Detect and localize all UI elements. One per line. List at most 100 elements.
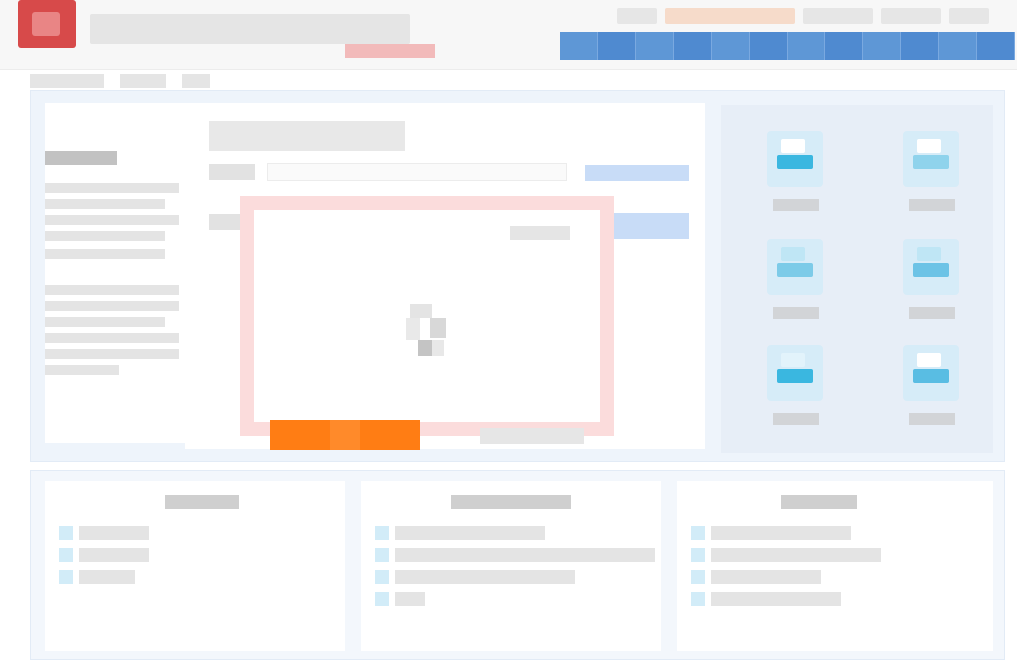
list-item[interactable] xyxy=(59,569,135,585)
footer-column-title xyxy=(451,495,571,509)
qr-hint xyxy=(510,226,570,240)
list-item[interactable] xyxy=(375,525,545,541)
page-root xyxy=(0,0,1017,668)
list-item-text[interactable] xyxy=(395,548,655,562)
nav-item[interactable] xyxy=(939,32,978,60)
list-item[interactable] xyxy=(691,547,881,563)
footer-column xyxy=(361,481,661,651)
list-item[interactable] xyxy=(375,569,575,585)
globe-icon xyxy=(903,239,959,295)
service-tiles xyxy=(721,105,993,453)
notice-line xyxy=(45,317,165,327)
list-item-text[interactable] xyxy=(711,526,851,540)
breadcrumb-item[interactable] xyxy=(120,74,166,88)
notice-line xyxy=(45,215,179,225)
footer-column xyxy=(45,481,345,651)
service-tile[interactable] xyxy=(897,125,967,221)
list-item-text[interactable] xyxy=(79,570,135,584)
footer-column-title xyxy=(781,495,857,509)
nav-item[interactable] xyxy=(788,32,826,60)
nav-item[interactable] xyxy=(636,32,674,60)
header-badge xyxy=(345,44,435,58)
breadcrumb-item[interactable] xyxy=(30,74,104,88)
list-item[interactable] xyxy=(375,591,425,607)
form-title xyxy=(209,121,405,151)
service-tile[interactable] xyxy=(761,125,831,221)
service-tile[interactable] xyxy=(897,233,967,329)
list-item[interactable] xyxy=(691,569,821,585)
notice-line xyxy=(45,365,119,375)
bullet-icon xyxy=(59,548,73,562)
notice-column xyxy=(45,103,195,443)
list-item-text[interactable] xyxy=(79,526,149,540)
bullet-icon xyxy=(59,570,73,584)
list-item[interactable] xyxy=(59,525,149,541)
notice-line xyxy=(45,199,165,209)
nav-item[interactable] xyxy=(825,32,864,60)
list-item[interactable] xyxy=(375,547,655,563)
notice-title xyxy=(45,151,117,165)
notice-line xyxy=(45,285,179,295)
tile-label xyxy=(773,413,819,425)
mail-icon xyxy=(767,239,823,295)
list-item-text[interactable] xyxy=(711,570,821,584)
notice-line xyxy=(45,349,179,359)
top-link[interactable] xyxy=(803,8,873,24)
form-link[interactable] xyxy=(585,165,689,181)
qr-login-panel xyxy=(240,196,614,436)
service-tile[interactable] xyxy=(761,233,831,329)
bullet-icon xyxy=(691,570,705,584)
user-icon xyxy=(903,345,959,401)
field-label xyxy=(209,164,255,180)
top-link[interactable] xyxy=(949,8,989,24)
nav-item[interactable] xyxy=(560,32,598,60)
bullet-icon xyxy=(375,570,389,584)
download-icon xyxy=(903,131,959,187)
service-tile[interactable] xyxy=(897,339,967,435)
list-item[interactable] xyxy=(691,591,841,607)
nav-item[interactable] xyxy=(863,32,902,60)
bullet-icon xyxy=(375,526,389,540)
tile-label xyxy=(773,307,819,319)
notice-line xyxy=(45,301,179,311)
secondary-link[interactable] xyxy=(480,428,584,444)
footer-column xyxy=(677,481,993,651)
notice-line xyxy=(45,231,165,241)
nav-item[interactable] xyxy=(977,32,1016,60)
list-item-text[interactable] xyxy=(711,548,881,562)
nav-item[interactable] xyxy=(673,32,712,60)
list-item-text[interactable] xyxy=(79,548,149,562)
bullet-icon xyxy=(691,526,705,540)
list-item-text[interactable] xyxy=(395,570,575,584)
breadcrumb xyxy=(30,74,210,88)
nav-item[interactable] xyxy=(712,32,750,60)
bullet-icon xyxy=(375,548,389,562)
top-link[interactable] xyxy=(665,8,795,24)
top-link[interactable] xyxy=(881,8,941,24)
nav-item[interactable] xyxy=(597,32,636,60)
tile-label xyxy=(773,199,819,211)
list-item-text[interactable] xyxy=(395,526,545,540)
tile-label xyxy=(909,199,955,211)
list-item-text[interactable] xyxy=(395,592,425,606)
service-tile[interactable] xyxy=(761,339,831,435)
site-title xyxy=(90,14,410,44)
tile-label xyxy=(909,413,955,425)
list-item[interactable] xyxy=(59,547,149,563)
list-item-text[interactable] xyxy=(711,592,841,606)
list-item[interactable] xyxy=(691,525,851,541)
notice-line xyxy=(45,183,179,193)
site-header xyxy=(0,0,1017,70)
qr-refresh-icon[interactable] xyxy=(404,300,448,358)
bullet-icon xyxy=(375,592,389,606)
nav-item[interactable] xyxy=(901,32,940,60)
submit-button-highlight xyxy=(330,420,360,450)
username-field[interactable] xyxy=(267,163,567,181)
card-icon xyxy=(767,345,823,401)
footer-column-title xyxy=(165,495,239,509)
bullet-icon xyxy=(59,526,73,540)
breadcrumb-item xyxy=(182,74,210,88)
site-logo[interactable] xyxy=(18,0,76,48)
nav-item[interactable] xyxy=(749,32,788,60)
top-link[interactable] xyxy=(617,8,657,24)
